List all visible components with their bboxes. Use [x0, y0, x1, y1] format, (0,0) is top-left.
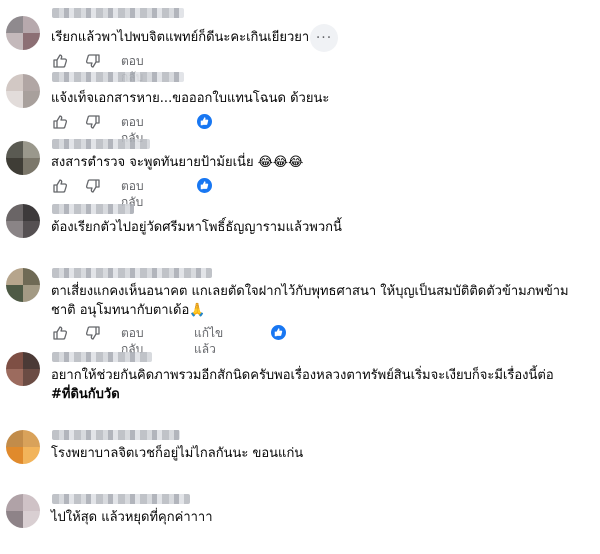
thumbs-up-icon[interactable] — [52, 114, 68, 130]
thumbs-down-icon[interactable] — [85, 53, 101, 69]
avatar[interactable] — [6, 141, 40, 175]
commenter-name[interactable] — [52, 204, 134, 214]
thumbs-down-icon[interactable] — [85, 178, 101, 194]
avatar[interactable] — [6, 430, 40, 464]
comment-text-line: อยากให้ช่วยกันคิดภาพรวมอีกสักนิดครับพอเร… — [51, 368, 554, 383]
avatar[interactable] — [6, 352, 40, 386]
commenter-name[interactable] — [52, 352, 152, 362]
commenter-name[interactable] — [52, 139, 150, 149]
like-reaction-icon[interactable] — [271, 325, 286, 340]
edited-label[interactable]: แก้ไขแล้ว — [194, 325, 223, 357]
comment-text: สงสารตำรวจ จะพูดทันยายป้าม้ยเนี่ย 😂😂😂 — [51, 155, 304, 170]
comment-text: แจ้งเท็จเอกสารหาย...ขอออกใบแทนโฉนด ด้วยน… — [51, 91, 330, 106]
hashtag-link[interactable]: #ที่ดินกับวัด — [51, 385, 582, 404]
thumbs-down-icon[interactable] — [85, 114, 101, 130]
like-reaction-icon[interactable] — [197, 178, 212, 193]
commenter-name[interactable] — [52, 8, 184, 18]
comment-text: ตาเสี่ยงแกคงเห็นอนาคต แกเลยตัดใจฝากไว้กั… — [51, 282, 582, 320]
comment-text: อยากให้ช่วยกันคิดภาพรวมอีกสักนิดครับพอเร… — [51, 366, 582, 404]
avatar[interactable] — [6, 16, 40, 50]
thumbs-up-icon[interactable] — [52, 53, 68, 69]
avatar[interactable] — [6, 494, 40, 528]
avatar[interactable] — [6, 204, 40, 238]
thumbs-down-icon[interactable] — [85, 325, 101, 341]
thumbs-up-icon[interactable] — [52, 325, 68, 341]
avatar[interactable] — [6, 268, 40, 302]
avatar[interactable] — [6, 74, 40, 108]
more-options-button[interactable]: ··· — [310, 24, 338, 52]
commenter-name[interactable] — [52, 494, 190, 504]
commenter-name[interactable] — [52, 430, 180, 440]
thumbs-up-icon[interactable] — [52, 178, 68, 194]
like-reaction-icon[interactable] — [197, 114, 212, 129]
commenter-name[interactable] — [52, 72, 184, 82]
comment-text: โรงพยาบาลจิตเวชก็อยู่ไม่ไกลกันนะ ขอนแก่น — [51, 446, 304, 461]
comment-text-line: ชาติ อนุโมทนากับตาเด้อ🙏 — [51, 303, 206, 318]
comment-text: ไปให้สุด แล้วหยุดที่คุกค่าาาา — [51, 510, 213, 525]
comment-text-line: ตาเสี่ยงแกคงเห็นอนาคต แกเลยตัดใจฝากไว้กั… — [51, 284, 569, 299]
commenter-name[interactable] — [52, 268, 212, 278]
comment-text: ต้องเรียกตัวไปอยู่วัดศรีมหาโพธิ์ธัญญาราม… — [51, 220, 342, 235]
